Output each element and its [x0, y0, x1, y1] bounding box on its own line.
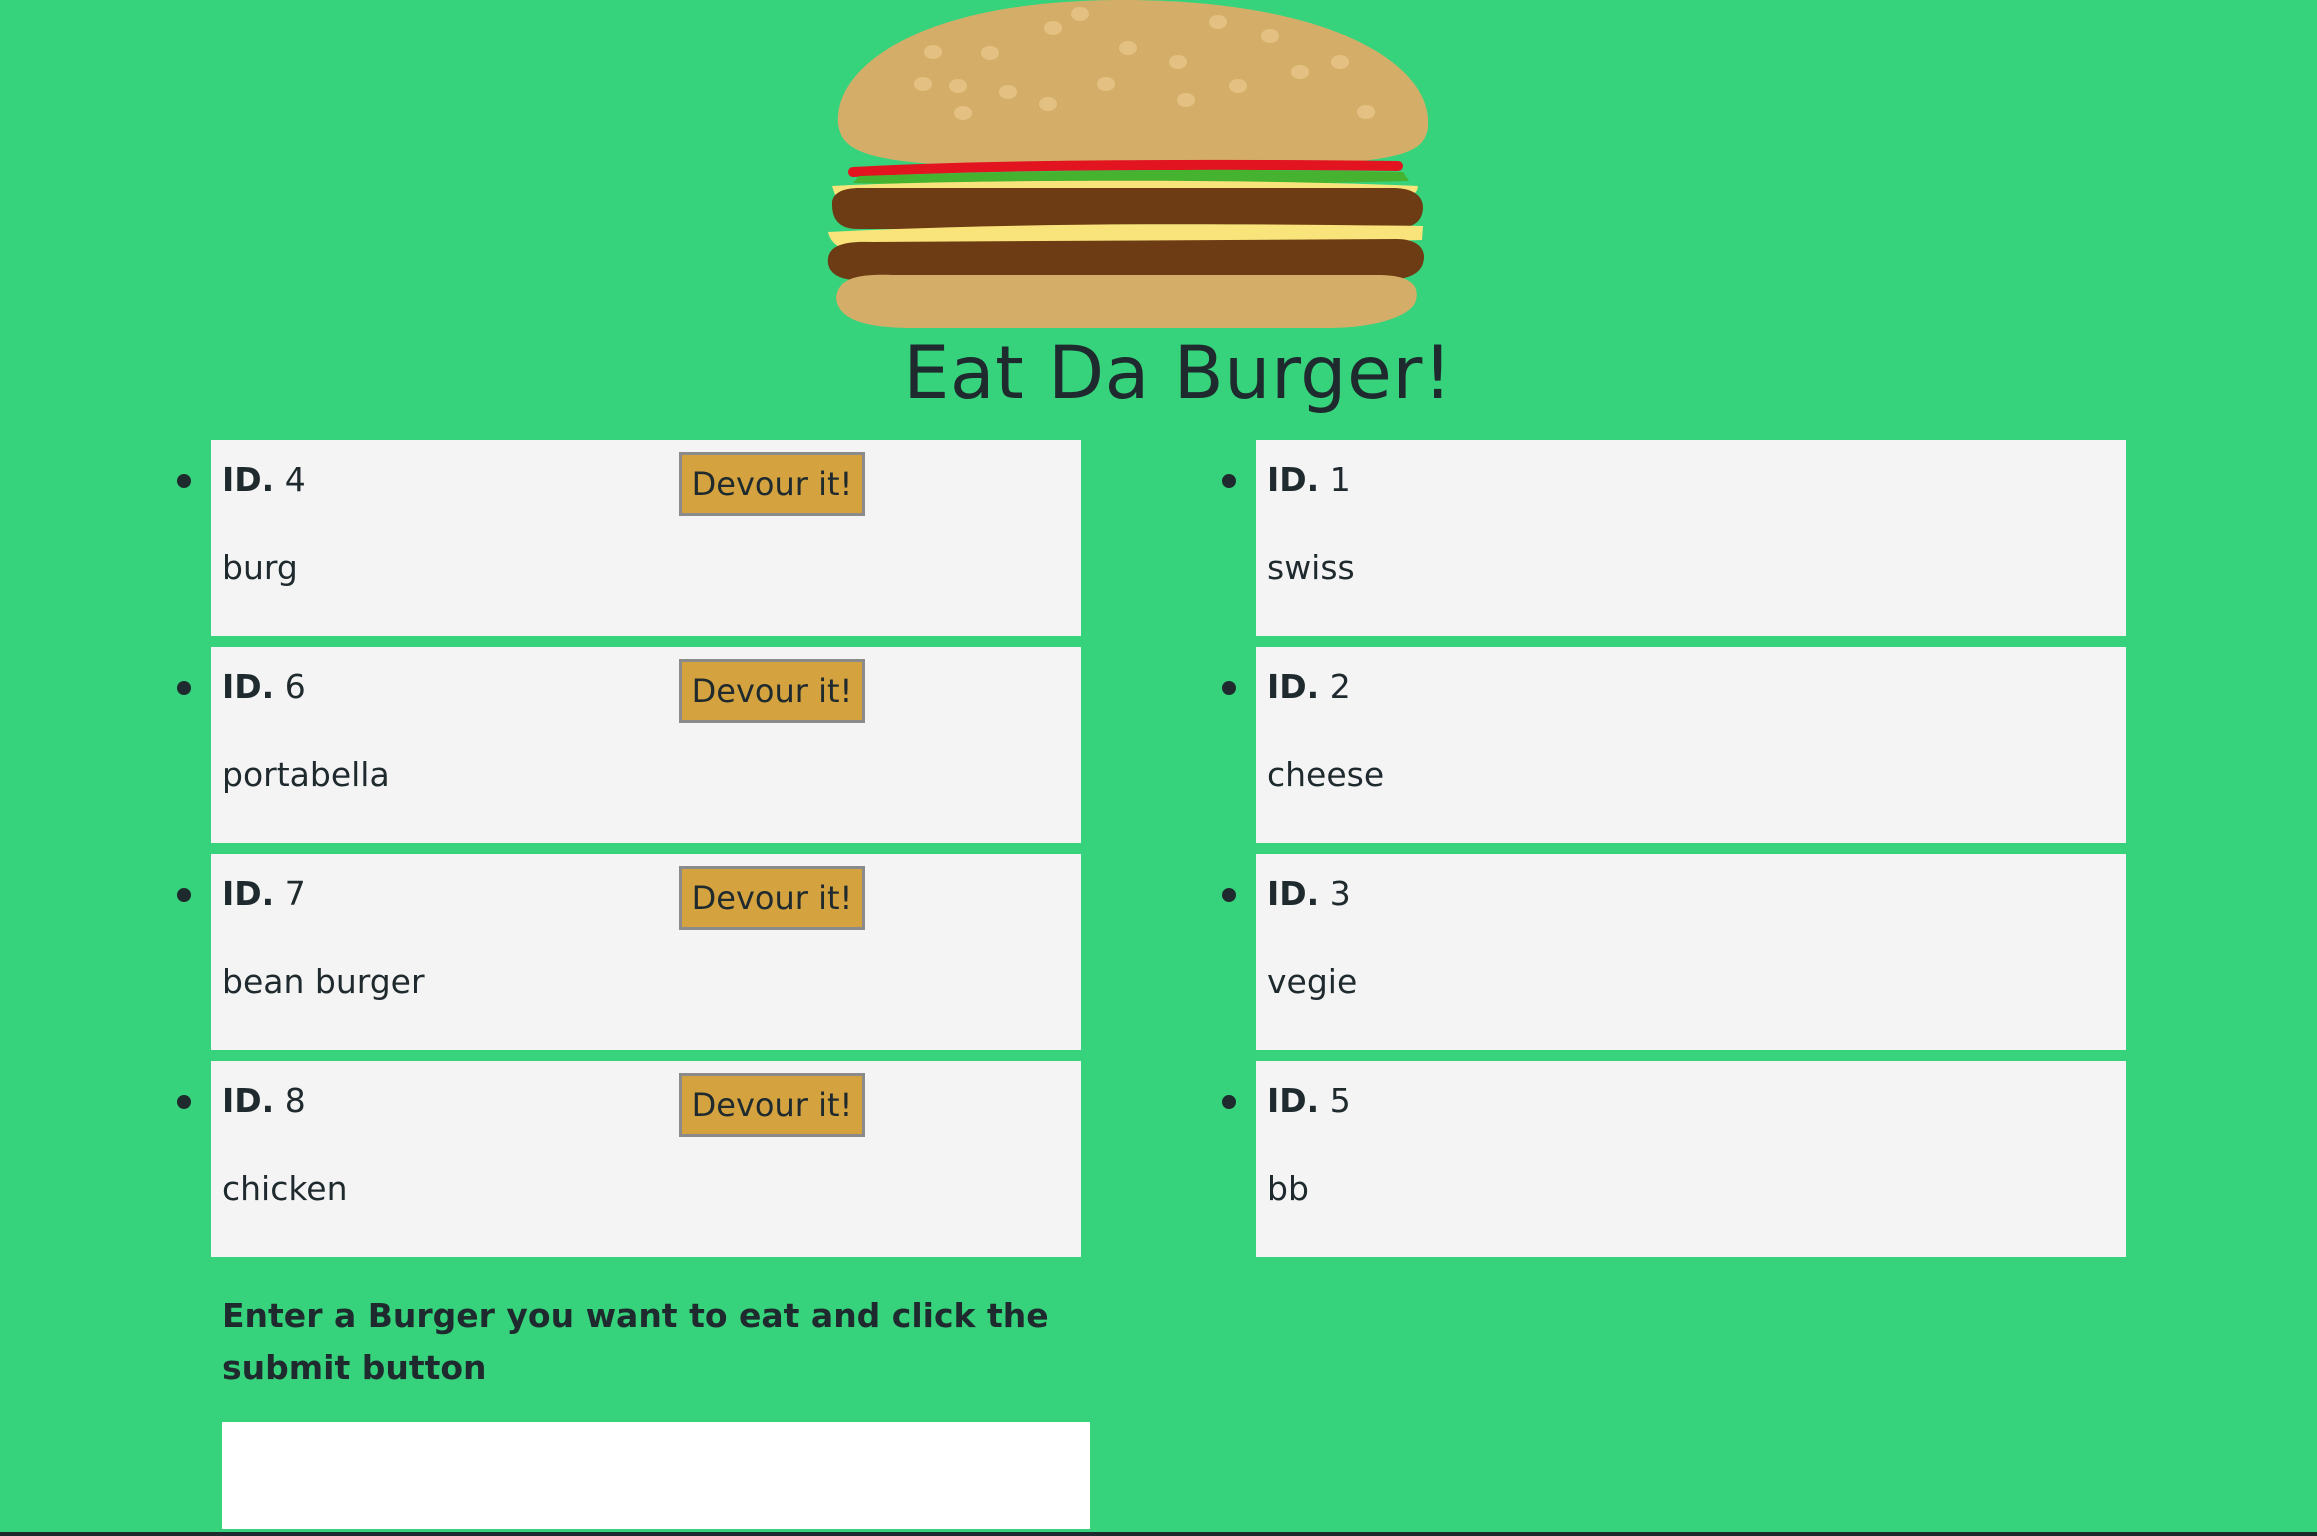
uneaten-burger-list: ID. 4 Devour it! burg ID. 6 Devour it! p…: [177, 440, 1081, 1268]
burger-name: cheese: [1267, 755, 1385, 794]
burger-id-label: ID.: [1267, 667, 1320, 706]
burger-id-line: ID. 7: [222, 872, 306, 916]
list-bullet-icon: [177, 474, 191, 488]
burger-id-label: ID.: [222, 460, 275, 499]
devour-button[interactable]: Devour it!: [679, 866, 865, 930]
page-title: Eat Da Burger!: [903, 331, 1453, 416]
burger-id-value: 8: [284, 1081, 306, 1120]
burger-form-label: Enter a Burger you want to eat and click…: [222, 1296, 1049, 1387]
burger-card: ID. 5 bb: [1222, 1061, 2126, 1257]
burger-card: ID. 6 Devour it! portabella: [177, 647, 1081, 843]
burger-card: ID. 8 Devour it! chicken: [177, 1061, 1081, 1257]
burger-id-value: 6: [284, 667, 306, 706]
burger-card: ID. 3 vegie: [1222, 854, 2126, 1050]
burger-name: burg: [222, 548, 298, 587]
burger-name: chicken: [222, 1169, 348, 1208]
devoured-burger-list: ID. 1 swiss ID. 2 cheese ID. 3 vegie ID.…: [1222, 440, 2126, 1268]
list-bullet-icon: [1222, 681, 1236, 695]
burger-id-label: ID.: [222, 874, 275, 913]
devour-button[interactable]: Devour it!: [679, 659, 865, 723]
add-burger-form: Enter a Burger you want to eat and click…: [222, 1290, 1092, 1529]
burger-card: ID. 4 Devour it! burg: [177, 440, 1081, 636]
burger-name: portabella: [222, 755, 390, 794]
burger-logo-icon: [827, 0, 1428, 328]
burger-card: ID. 2 cheese: [1222, 647, 2126, 843]
burger-name-input[interactable]: [222, 1422, 1090, 1529]
burger-name: bb: [1267, 1169, 1309, 1208]
list-bullet-icon: [1222, 888, 1236, 902]
burger-id-label: ID.: [1267, 874, 1320, 913]
burger-id-line: ID. 6: [222, 665, 306, 709]
hero-header: Eat Da Burger!: [0, 0, 2317, 430]
burger-id-label: ID.: [1267, 460, 1320, 499]
burger-id-value: 7: [284, 874, 306, 913]
burger-name: swiss: [1267, 548, 1355, 587]
burger-id-line: ID. 3: [1267, 872, 1351, 916]
burger-id-value: 2: [1329, 667, 1351, 706]
burger-id-line: ID. 5: [1267, 1079, 1351, 1123]
list-bullet-icon: [177, 888, 191, 902]
burger-card: ID. 7 Devour it! bean burger: [177, 854, 1081, 1050]
burger-id-line: ID. 4: [222, 458, 306, 502]
burger-id-value: 4: [284, 460, 306, 499]
devour-button[interactable]: Devour it!: [679, 1073, 865, 1137]
burger-id-label: ID.: [222, 667, 275, 706]
burger-id-label: ID.: [222, 1081, 275, 1120]
burger-name: vegie: [1267, 962, 1358, 1001]
devour-button[interactable]: Devour it!: [679, 452, 865, 516]
list-bullet-icon: [1222, 1095, 1236, 1109]
bottom-divider: [0, 1532, 2317, 1536]
list-bullet-icon: [1222, 474, 1236, 488]
burger-id-value: 5: [1329, 1081, 1351, 1120]
burger-id-line: ID. 2: [1267, 665, 1351, 709]
burger-name: bean burger: [222, 962, 425, 1001]
list-bullet-icon: [177, 681, 191, 695]
burger-id-value: 1: [1329, 460, 1351, 499]
burger-card: ID. 1 swiss: [1222, 440, 2126, 636]
burger-id-value: 3: [1329, 874, 1351, 913]
burger-id-line: ID. 8: [222, 1079, 306, 1123]
burger-id-line: ID. 1: [1267, 458, 1351, 502]
list-bullet-icon: [177, 1095, 191, 1109]
burger-id-label: ID.: [1267, 1081, 1320, 1120]
